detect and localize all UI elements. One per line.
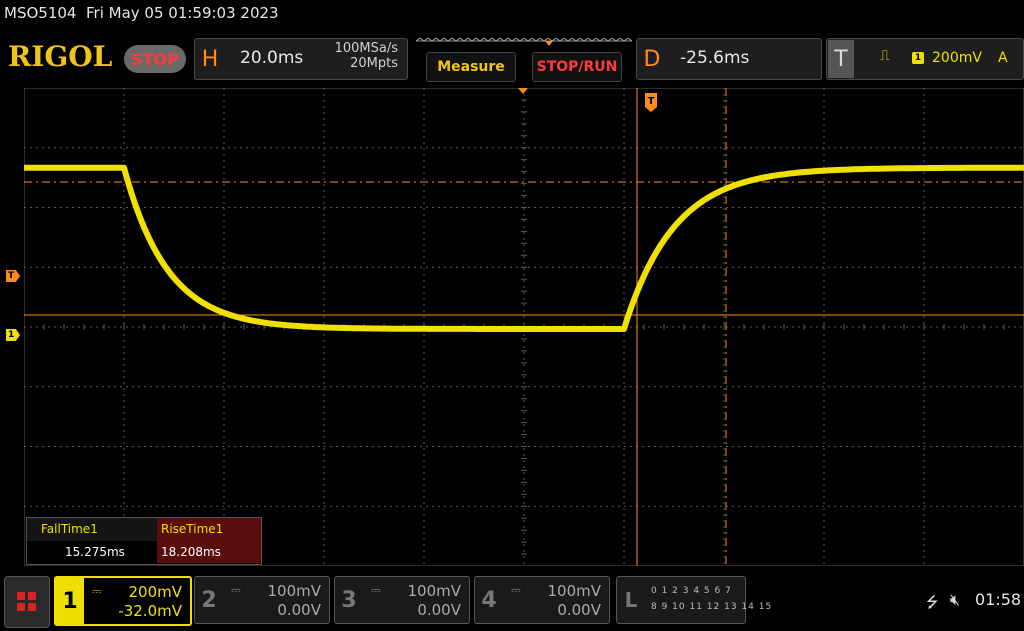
grid-menu-icon [17,592,36,611]
channel-4-scale: 100mV [547,582,601,600]
dc-coupling-icon: ⎓ [92,584,102,598]
logic-analyzer-panel[interactable]: L 0 1 2 3 4 5 6 7 8 9 10 11 12 13 14 15 [616,576,771,624]
falltime-value: 15.275ms [65,545,125,559]
measurement-table[interactable]: FallTime1 RiseTime1 15.275ms 18.208ms [26,517,262,565]
logic-channels-row2: 8 9 10 11 12 13 14 15 [651,602,773,612]
dc-coupling-icon: ⎓ [371,583,381,597]
channel-1-number: 1 [56,578,84,624]
usb-icon: ⭍ [926,593,939,611]
main-menu-button[interactable] [4,576,50,628]
rising-edge-icon: ⎍ [880,48,890,64]
delay-value: -25.6ms [680,48,750,68]
falltime-label: FallTime1 [27,518,157,541]
logic-label: L [624,588,638,612]
channel-1-scale: 200mV [128,583,182,601]
status-line: MSO5104 Fri May 05 01:59:03 2023 [4,4,279,22]
trigger-level: 200mV [932,50,982,66]
channel-3-number: 3 [341,587,357,613]
logic-channels-row1: 0 1 2 3 4 5 6 7 [651,586,732,596]
measure-button[interactable]: Measure [426,52,516,82]
delay-label: D [643,46,661,72]
stop-run-button[interactable]: STOP/RUN [532,52,622,82]
trigger-position-flag-label: T [648,96,655,107]
channel-1-offset: -32.0mV [118,602,182,620]
channel-2-scale: 100mV [267,582,321,600]
rigol-logo: RIGOL [8,40,113,73]
risetime-label: RiseTime1 [157,518,261,541]
channel-3-offset: 0.00V [417,601,461,619]
channel-4-panel[interactable]: 4 ⎓ 100mV 0.00V [474,576,610,624]
dc-coupling-icon: ⎓ [231,583,241,597]
run-state-badge[interactable]: STOP [124,45,186,73]
timebase-value: 20.0ms [240,48,304,68]
channel-2-offset: 0.00V [277,601,321,619]
channel-4-offset: 0.00V [557,601,601,619]
risetime-value: 18.208ms [157,541,261,563]
datetime: Fri May 05 01:59:03 2023 [86,4,279,22]
trigger-pos-marker-icon [545,41,553,46]
channel-3-panel[interactable]: 3 ⎓ 100mV 0.00V [334,576,470,624]
ch1-offset-marker[interactable]: 1 [6,329,20,341]
system-clock: 01:58 [975,590,1022,609]
trigger-position-flag: T [645,93,657,112]
trigger-mode: A [998,50,1008,66]
trigger-panel[interactable] [826,38,1024,80]
speaker-muted-icon[interactable]: 🔇︎ [950,590,960,610]
channel-2-panel[interactable]: 2 ⎓ 100mV 0.00V [194,576,330,624]
channel-2-number: 2 [201,587,217,613]
trigger-label: T [828,40,854,78]
model-name: MSO5104 [4,4,77,22]
channel-1-panel[interactable]: 1 ⎓ 200mV -32.0mV [54,576,192,626]
sample-rate: 100MSa/s [334,41,398,56]
memory-position-bar[interactable] [414,38,634,48]
waveform-display[interactable]: T [24,88,1024,566]
dc-coupling-icon: ⎓ [511,583,521,597]
horizontal-label: H [201,46,219,72]
memory-depth: 20Mpts [350,56,398,71]
trigger-source-badge: 1 [912,52,924,64]
center-marker-icon [518,88,528,94]
channel-3-scale: 100mV [407,582,461,600]
sample-info: 100MSa/s 20Mpts [310,41,398,71]
channel-4-number: 4 [481,587,497,613]
trigger-level-marker[interactable]: T [6,270,20,282]
